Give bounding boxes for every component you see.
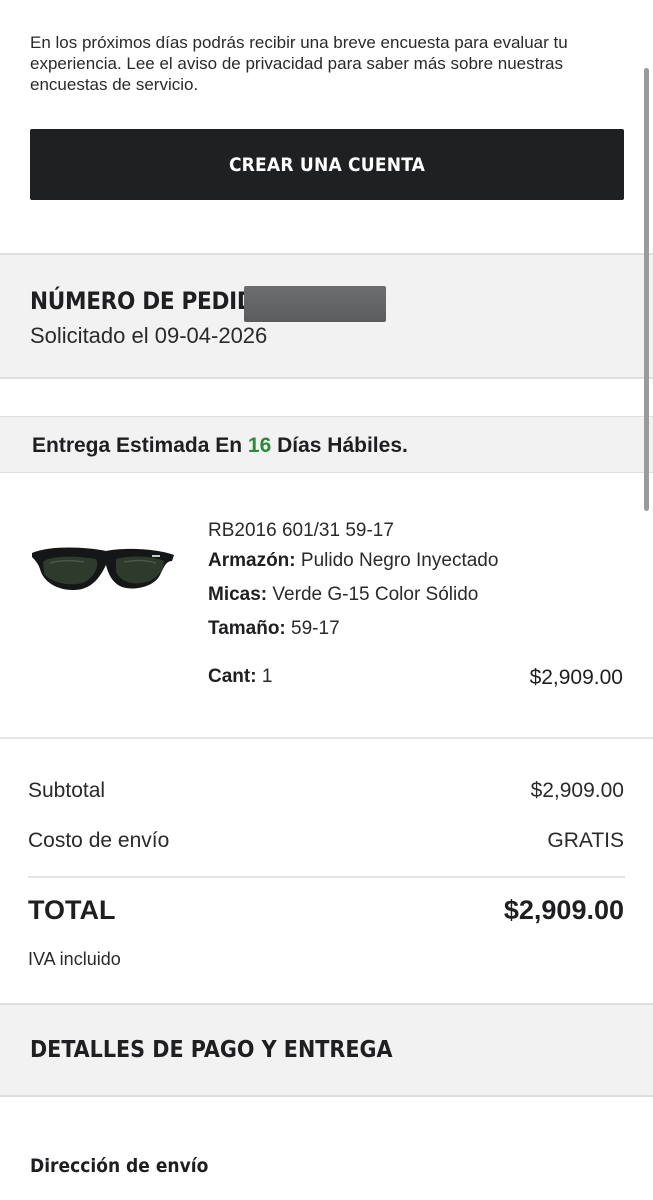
frame-value: Pulido Negro Inyectado (300, 550, 499, 571)
order-number-redacted (244, 286, 386, 322)
tax-note: IVA incluido (28, 949, 121, 969)
quantity-label: Cant: (208, 666, 257, 687)
subtotal-value: $2,909.00 (530, 779, 624, 802)
create-account-button[interactable]: CREAR UNA CUENTA (30, 129, 624, 200)
lenses-value: Verde G-15 Color Sólido (272, 584, 479, 605)
frame-label: Armazón: (208, 550, 296, 571)
payment-details-section: DETALLES DE PAGO Y ENTREGA (0, 1003, 653, 1097)
total-value: $2,909.00 (503, 895, 624, 925)
shipping-cost-value: GRATIS (547, 829, 624, 852)
sunglasses-image (32, 547, 174, 591)
payment-details-title: DETALLES DE PAGO Y ENTREGA (30, 1037, 393, 1063)
total-label: TOTAL (28, 895, 116, 925)
delivery-suffix: Días Hábiles. (277, 434, 408, 457)
product-size: Tamaño: 59-17 (208, 618, 340, 640)
delivery-days: 16 (247, 434, 272, 457)
lenses-label: Micas: (208, 584, 268, 605)
subtotal-label: Subtotal (28, 779, 106, 802)
divider (0, 737, 653, 739)
quantity-value: 1 (261, 666, 273, 687)
product-price: $2,909.00 (529, 666, 623, 689)
size-label: Tamaño: (208, 618, 286, 639)
delivery-prefix: Entrega Estimada En (32, 434, 243, 457)
order-confirmation-page: En los próximos días podrás recibir una … (0, 0, 653, 1200)
size-value: 59-17 (291, 618, 340, 639)
order-requested-date: Solicitado el 09-04-2026 (30, 323, 268, 348)
summary-divider (28, 876, 625, 878)
scrollbar[interactable] (644, 68, 649, 511)
estimated-delivery-banner: Entrega Estimada En 16 Días Hábiles. (0, 416, 653, 473)
estimated-delivery-text: Entrega Estimada En 16 Días Hábiles. (32, 434, 408, 458)
product-quantity: Cant: 1 (208, 666, 272, 688)
shipping-address-title: Dirección de envío (30, 1155, 209, 1177)
order-number-section: NÚMERO DE PEDIDO: Solicitado el 09-04-20… (0, 253, 653, 379)
survey-notice: En los próximos días podrás recibir una … (30, 33, 568, 94)
product-model: RB2016 601/31 59-17 (208, 520, 394, 541)
product-lenses: Micas: Verde G-15 Color Sólido (208, 584, 478, 606)
shipping-cost-label: Costo de envío (28, 829, 170, 852)
product-frame: Armazón: Pulido Negro Inyectado (208, 550, 498, 572)
